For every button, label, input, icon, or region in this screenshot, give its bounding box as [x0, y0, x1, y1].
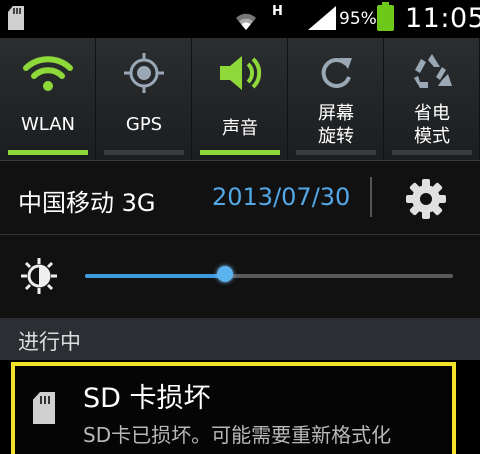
brightness-fill	[85, 274, 225, 278]
ongoing-section-header: 进行中	[0, 318, 480, 360]
rotate-icon	[321, 58, 352, 88]
brightness-slider[interactable]	[85, 274, 453, 278]
cell-signal-icon	[308, 6, 336, 30]
toggle-sound[interactable]: 声音	[192, 38, 288, 160]
brightness-row	[0, 235, 480, 318]
toggle-label: WLAN	[20, 114, 76, 135]
toggle-indicator	[104, 150, 184, 155]
battery-icon	[377, 2, 394, 31]
toggle-indicator	[296, 150, 376, 155]
settings-gear-icon[interactable]	[405, 178, 447, 220]
toggle-label: 声音	[222, 118, 258, 139]
wifi-icon	[23, 56, 73, 91]
notification-item[interactable]: SD 卡损坏 SD卡已损坏。可能需要重新格式化	[11, 362, 456, 454]
section-title: 进行中	[18, 330, 81, 354]
recycle-icon	[414, 54, 452, 88]
toggle-label: 屏幕 旋转	[318, 103, 354, 147]
wifi-signal-icon	[236, 13, 256, 30]
toggle-wlan[interactable]: WLAN	[0, 38, 96, 160]
sd-card-icon	[33, 392, 55, 424]
toggle-gps[interactable]: GPS	[96, 38, 192, 160]
status-bar: H 95% 11:05	[0, 0, 480, 38]
clock: 11:05	[405, 3, 480, 34]
divider	[370, 177, 372, 217]
toggle-power-saving[interactable]: 省电 模式	[384, 38, 480, 160]
brightness-slider-thumb[interactable]	[216, 266, 233, 282]
toggle-indicator	[392, 150, 472, 155]
carrier-name: 中国移动 3G	[18, 189, 156, 217]
toggle-indicator	[8, 150, 88, 155]
notification-body: SD卡已损坏。可能需要重新格式化	[83, 423, 392, 447]
sd-card-icon	[8, 6, 24, 30]
speaker-icon	[220, 56, 262, 90]
network-type: H	[272, 4, 283, 19]
notification-title: SD 卡损坏	[83, 383, 211, 414]
toggle-label: GPS	[125, 114, 163, 135]
toggle-label: 省电 模式	[414, 103, 450, 147]
date-label: 2013/07/30	[212, 183, 351, 211]
toggle-screen-rotation[interactable]: 屏幕 旋转	[288, 38, 384, 160]
quick-settings-panel: WLAN GPS 声音 屏幕 旋转 省电 模式	[0, 38, 480, 161]
gps-icon	[124, 53, 164, 93]
battery-percent: 95%	[339, 9, 377, 29]
toggle-indicator	[200, 150, 280, 155]
brightness-icon	[21, 258, 57, 294]
